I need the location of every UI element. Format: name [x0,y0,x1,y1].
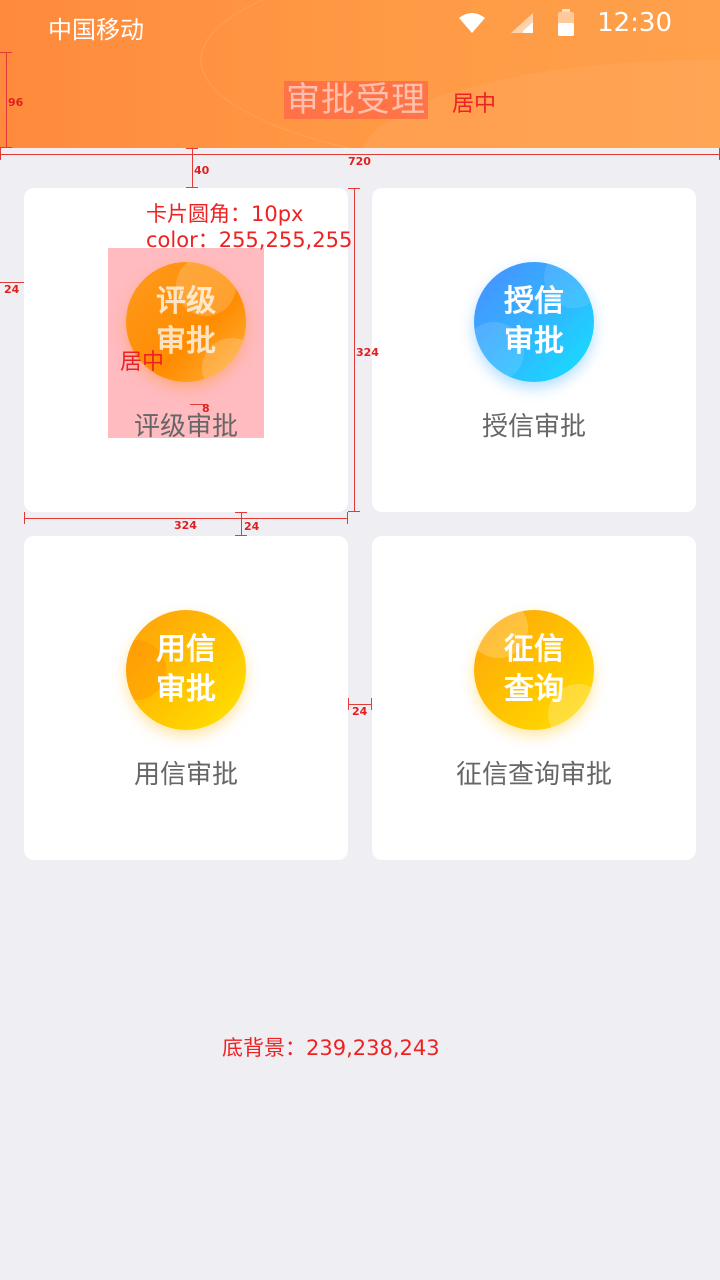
status-icons: 12:30 [457,8,672,38]
annotation-tick [235,535,247,536]
card-label: 评级审批 [133,412,238,442]
icon-text: 用信 审批 [156,632,216,707]
annotation-tick [348,511,360,512]
card-credit-inquiry-approval[interactable]: 征信 查询 征信查询审批 [372,536,696,860]
header-bar: 中国移动 12:30 审批受理 居中 [0,0,720,148]
annotation-tick [24,512,25,524]
credit-inquiry-icon: 征信 查询 [474,610,594,730]
annotation-tick [347,512,348,524]
annotation-card-height: 324 [356,346,379,359]
annotation-line [241,512,242,536]
carrier-name: 中国移动 [48,16,144,44]
annotation-card-width: 324 [174,519,197,532]
clock: 12:30 [597,8,672,38]
annotation-title-center: 居中 [452,92,497,117]
annotation-row-gap: 24 [244,520,260,533]
annotation-tick [348,188,360,189]
icon-text: 授信 审批 [504,284,564,359]
annotation-icon-gap: 8 [202,402,210,415]
annotation-tick [0,52,12,53]
card-label: 用信审批 [133,760,238,790]
annotation-card-color: color：255,255,255 [146,228,353,252]
annotation-tick [348,698,349,710]
annotation-tick [371,698,372,710]
annotation-col-gap: 24 [352,705,368,718]
annotation-icon-center: 居中 [120,350,165,375]
card-label: 授信审批 [481,412,586,442]
title-bar: 审批受理 居中 [0,52,720,148]
card-label: 征信查询审批 [455,760,612,790]
annotation-top-gap: 40 [194,164,210,177]
annotation-page-bg: 底背景：239,238,243 [222,1036,440,1060]
annotation-line [354,188,355,512]
page-title: 审批受理 [284,80,428,120]
annotation-tick [0,147,12,148]
annotation-page-width: 720 [348,155,371,168]
battery-icon [558,9,575,36]
annotation-tick [235,512,247,513]
annotation-tick [186,148,198,149]
wifi-icon [459,13,486,33]
annotation-header-height: 96 [8,96,24,109]
annotation-side-margin: 24 [4,283,20,296]
card-credit-approval[interactable]: 授信 审批 授信审批 [372,188,696,512]
credit-approval-icon: 授信 审批 [474,262,594,382]
icon-text: 征信 查询 [504,632,564,707]
annotation-tick [0,148,1,160]
card-loan-approval[interactable]: 用信 审批 用信审批 [24,536,348,860]
loan-approval-icon: 用信 审批 [126,610,246,730]
annotation-line [192,148,193,188]
annotation-line [6,52,7,148]
status-bar: 中国移动 12:30 [0,0,720,52]
signal-icon [511,13,534,33]
